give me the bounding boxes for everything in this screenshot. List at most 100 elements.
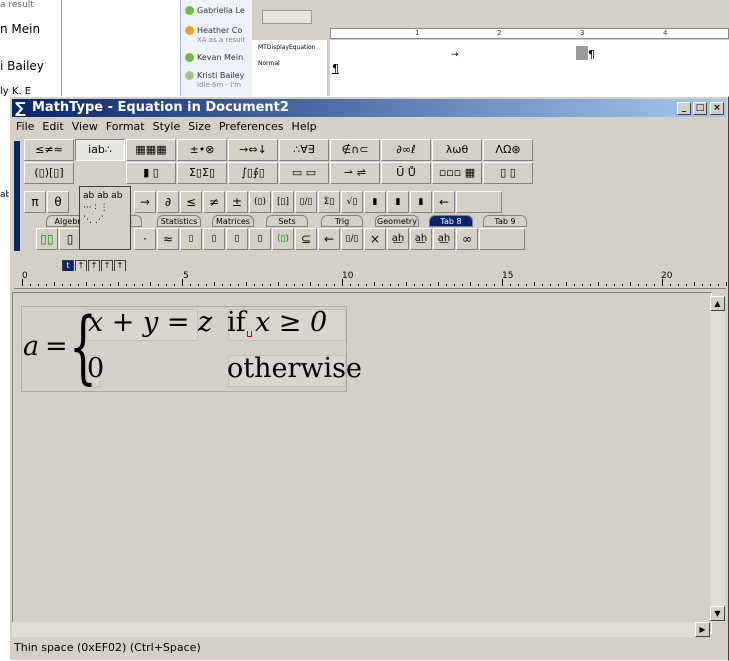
menu-edit[interactable]: Edit [38,118,67,136]
scroll-down-icon[interactable]: ▼ [710,606,725,621]
ruler-tick [318,284,319,286]
status-icon [185,6,194,15]
slash-fraction-button[interactable]: ▯/▯ [341,228,363,250]
arrow-symbols-button[interactable]: →⇔↓ [228,139,278,161]
left-arrow-button[interactable]: ← [318,228,340,250]
scroll-up-icon[interactable]: ▲ [710,296,725,311]
left-arrow-button[interactable]: ← [433,191,455,213]
tab-8[interactable]: Tab 8 [429,215,473,227]
box-templates-button[interactable]: ▯ ▯ [483,162,533,184]
title-bar[interactable]: ∑ MathType - Equation in Document2 _ □ × [12,99,726,117]
ruler-tick [606,284,607,286]
tab-statistics[interactable]: Statistics [157,215,201,227]
matrix-templates-button[interactable]: ▫▫▫ ▦ [432,162,482,184]
greek-upper-button[interactable]: ΛΩ⊛ [483,139,533,161]
misc-symbols-button[interactable]: ∂∞ℓ [381,139,431,161]
times-button[interactable]: × [364,228,386,250]
close-button[interactable]: × [710,102,724,115]
equation-ruler[interactable]: 0 5 10 15 20 [14,271,727,289]
not-equal-button[interactable]: ≠ [203,191,225,213]
pi-button[interactable]: π [24,191,46,213]
integral-templates-button[interactable]: ∫▯∮▯ [228,162,278,184]
equation[interactable]: a = { x + y = z if x ≥ 0 0 otherwise [21,306,362,392]
subsup-button[interactable]: ▮ [410,191,432,213]
menu-size[interactable]: Size [184,118,215,136]
contact-name: Gabriella Le [197,6,245,15]
greek-lower-button[interactable]: λωθ [432,139,482,161]
tab-trig[interactable]: Trig [321,215,363,227]
menu-help[interactable]: Help [288,118,321,136]
matrix-button[interactable]: ▯▯ [36,228,58,250]
labeled-arrow-templates-button[interactable]: ⇀ ⇌ [330,162,380,184]
ruler-tick [726,282,727,286]
menu-view[interactable]: View [68,118,102,136]
fence-templates-button[interactable]: (▯)[▯] [24,162,74,184]
menu-file[interactable]: File [12,118,38,136]
relational-symbols-button[interactable]: ≤≠≈ [24,139,74,161]
insertion-cursor [247,331,252,337]
minimize-button[interactable]: _ [677,102,691,115]
approx-button[interactable]: ≈ [157,228,179,250]
fraction-button[interactable]: ▯/▯ [295,191,317,213]
ruler-tick [174,284,175,286]
tab-9[interactable]: Tab 9 [483,215,527,227]
logical-symbols-button[interactable]: ∴∀∃ [279,139,329,161]
ruler-tick [222,284,223,286]
case-1-expression: x + y = z [88,307,213,338]
underbar-button[interactable]: a͟h [433,228,455,250]
mathtype-logo-icon: ∑ [15,99,26,117]
parentheses-button[interactable]: (▯) [249,191,271,213]
fraction-templates-button[interactable]: ▮ ▯ [126,162,176,184]
underbar-button[interactable]: a͟h [387,228,409,250]
maximize-button[interactable]: □ [693,102,707,115]
bar-templates-button[interactable]: ▭ ▭ [279,162,329,184]
ruler-tick [278,282,279,286]
menu-format[interactable]: Format [102,118,149,136]
vec-button[interactable]: ▯ [249,228,271,250]
horizontal-scrollbar[interactable]: ▶ [12,622,710,637]
vertical-scrollbar[interactable]: ▲ ▼ [710,296,725,622]
hat-button[interactable]: ▯ [203,228,225,250]
underbar-button[interactable]: a͟h [410,228,432,250]
tab-sets[interactable]: Sets [266,215,308,227]
tilde-button[interactable]: ▯ [226,228,248,250]
products-templates-button[interactable]: Ū Ů [381,162,431,184]
fence-button[interactable]: (▯) [272,228,294,250]
ruler-tick [398,284,399,286]
subscript-button[interactable]: ▮ [387,191,409,213]
set-theory-symbols-button[interactable]: ∉∩⊂ [330,139,380,161]
tab-matrices[interactable]: Matrices [212,215,254,227]
dropdown-row[interactable]: ··· ∶ ⋮ [83,202,127,214]
bar-button[interactable]: ▯ [180,228,202,250]
menu-style[interactable]: Style [149,118,185,136]
plus-minus-button[interactable]: ± [226,191,248,213]
less-equal-button[interactable]: ≤ [180,191,202,213]
spaces-ellipses-button[interactable]: ı̇ab∴ [75,139,125,161]
infinity-button[interactable]: ∞ [456,228,478,250]
theta-button[interactable]: θ [47,191,69,213]
empty-slot-button[interactable] [479,228,525,250]
superscript-button[interactable]: ▮ [364,191,386,213]
partial-button[interactable]: ∂ [157,191,179,213]
operator-symbols-button[interactable]: ±•⊗ [177,139,227,161]
dropdown-row[interactable]: ab ab ab [83,190,127,202]
status-bar: Thin space (0xEF02) (Ctrl+Space) [14,641,201,654]
dot-button[interactable]: · [134,228,156,250]
sum-button[interactable]: Σ▯ [318,191,340,213]
empty-slot-button[interactable] [456,191,502,213]
toolbar-grip[interactable] [14,141,20,251]
menu-preferences[interactable]: Preferences [215,118,288,136]
brackets-button[interactable]: [▯] [272,191,294,213]
scroll-right-icon[interactable]: ▶ [695,622,710,637]
background-word-window: 1 2 3 4 MTDisplayEquation Normal → ¶ ¶ [252,0,729,96]
ruler-tick [366,284,367,286]
sqrt-button[interactable]: √▯ [341,191,363,213]
style-name: MTDisplayEquation [258,44,316,51]
dropdown-row[interactable]: ⋱ ⋰ [83,214,127,226]
tab-geometry[interactable]: Geometry [375,215,419,227]
embellishments-button[interactable]: ▦▦▦ [126,139,176,161]
subset-button[interactable]: ⊆ [295,228,317,250]
right-arrow-button[interactable]: → [134,191,156,213]
summation-templates-button[interactable]: Σ▯Σ▯ [177,162,227,184]
column-button[interactable]: ▯ [59,228,81,250]
